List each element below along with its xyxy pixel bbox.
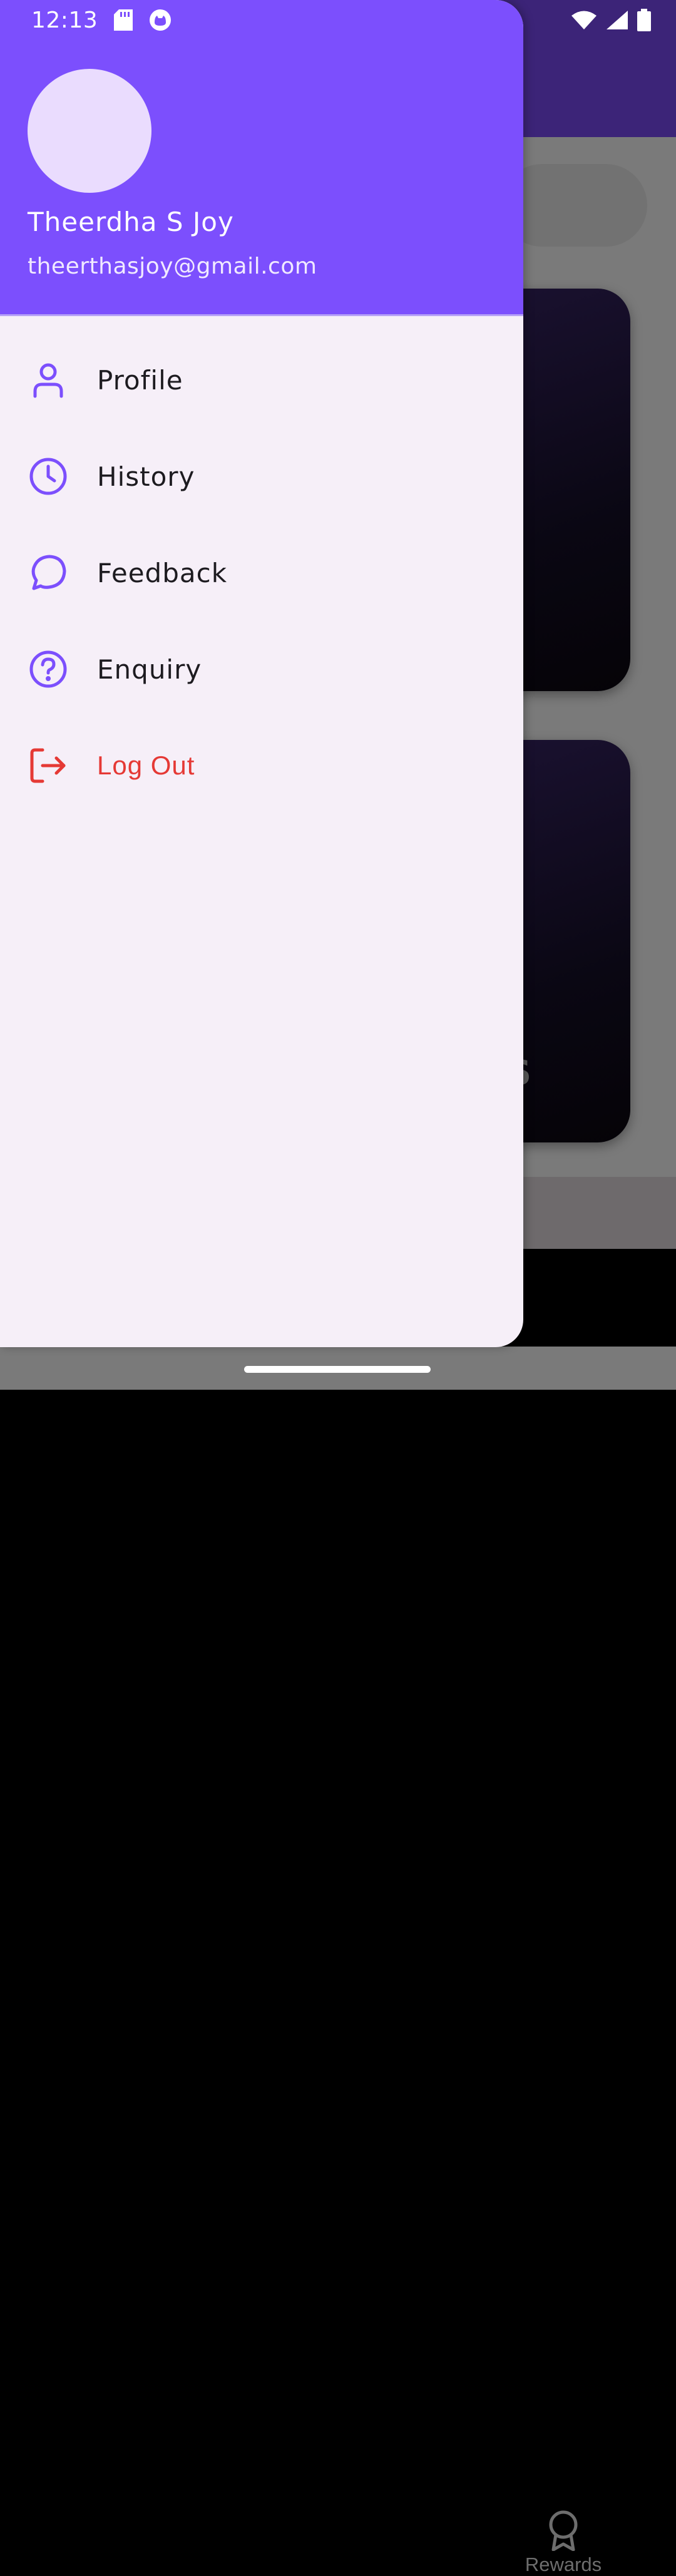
menu-item-label: Log Out xyxy=(97,751,195,780)
menu-item-label: Enquiry xyxy=(97,654,202,685)
nav-rewards: Rewards xyxy=(518,2510,608,2576)
person-icon xyxy=(28,359,69,401)
drawer-menu: Profile History Feedback Enquiry Log Out xyxy=(0,332,523,814)
logout-icon xyxy=(28,745,69,786)
user-name: Theerdha S Joy xyxy=(28,207,234,237)
menu-item-logout[interactable]: Log Out xyxy=(0,717,523,814)
battery-icon xyxy=(637,9,651,31)
status-icons-right xyxy=(532,0,676,40)
menu-item-profile[interactable]: Profile xyxy=(0,332,523,428)
nav-rewards-label: Rewards xyxy=(525,2553,602,2575)
menu-item-label: Profile xyxy=(97,364,183,396)
help-circle-icon xyxy=(28,649,69,690)
menu-item-label: History xyxy=(97,461,195,492)
status-bar: 12:13 xyxy=(31,0,172,40)
wifi-icon xyxy=(571,11,597,29)
sd-card-icon xyxy=(114,9,133,31)
cell-signal-icon xyxy=(607,11,628,29)
chat-bubble-icon xyxy=(28,552,69,593)
drawer-header: Theerdha S Joy theerthasjoy@gmail.com xyxy=(0,0,523,316)
menu-item-label: Feedback xyxy=(97,557,228,588)
app-notification-icon xyxy=(150,9,172,31)
gesture-handle[interactable] xyxy=(244,1366,431,1373)
user-email: theerthasjoy@gmail.com xyxy=(28,254,317,279)
menu-item-enquiry[interactable]: Enquiry xyxy=(0,621,523,717)
menu-item-history[interactable]: History xyxy=(0,428,523,525)
menu-item-feedback[interactable]: Feedback xyxy=(0,525,523,621)
status-time: 12:13 xyxy=(31,7,98,33)
award-icon xyxy=(549,2510,578,2551)
avatar[interactable] xyxy=(28,69,151,193)
navigation-drawer: Theerdha S Joy theerthasjoy@gmail.com Pr… xyxy=(0,0,523,1347)
clock-icon xyxy=(28,456,69,497)
